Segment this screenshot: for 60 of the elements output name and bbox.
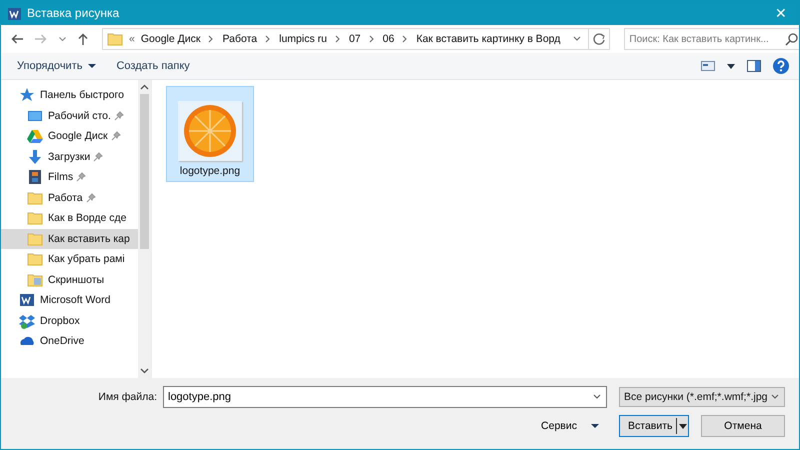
chevron-down-icon	[140, 368, 149, 374]
nav-item[interactable]: Панель быстрого	[1, 85, 138, 105]
film-icon	[27, 169, 43, 185]
filename-field[interactable]: logotype.png	[163, 386, 607, 408]
insert-button[interactable]: Вставить	[619, 415, 689, 437]
back-arrow-icon	[11, 34, 23, 44]
scrollbar[interactable]	[138, 80, 151, 378]
view-icon	[701, 60, 715, 72]
folder-icon	[107, 31, 123, 47]
tools-button[interactable]: Сервис	[535, 419, 605, 433]
search-field[interactable]: Поиск: Как вставить картинк...	[624, 28, 799, 50]
forward-arrow-icon	[35, 34, 47, 44]
nav-item[interactable]: Рабочий сто.	[1, 106, 138, 126]
nav-item[interactable]: Как вставить кар	[1, 228, 138, 248]
folder-icon	[27, 251, 43, 267]
nav-item[interactable]: Работа	[1, 188, 138, 208]
nav-item[interactable]: Скриншоты	[1, 270, 138, 290]
nav-item[interactable]: OneDrive	[1, 331, 138, 351]
cancel-button[interactable]: Отмена	[701, 415, 785, 437]
preview-pane-icon	[747, 60, 761, 72]
up-arrow-icon	[78, 33, 88, 45]
window-title: Вставка рисунка	[27, 6, 120, 20]
open-box-icon	[19, 312, 35, 328]
breadcrumb[interactable]: 06	[382, 33, 394, 45]
chevron-down-icon	[59, 37, 66, 41]
down-arrow-icon	[27, 148, 43, 164]
search-icon	[785, 32, 799, 46]
folder-icon	[27, 210, 43, 226]
organize-button[interactable]: Упорядочить	[11, 58, 102, 74]
breadcrumb[interactable]: Как вставить картинку в Ворд	[416, 33, 560, 45]
breadcrumb[interactable]: lumpics ru	[279, 33, 327, 45]
nav-item[interactable]: Загрузки	[1, 146, 138, 166]
caret-icon	[727, 64, 735, 68]
address-bar[interactable]: « Google Диск Работа lumpics ru 07 06 Как вставить картинку в Ворд	[102, 28, 610, 50]
image-thumbnail	[178, 101, 242, 161]
help-icon	[773, 58, 789, 74]
chevron-up-icon	[140, 84, 149, 90]
document-w-icon	[7, 6, 21, 20]
scroll-thumb[interactable]	[140, 94, 149, 249]
nav-item[interactable]: Films	[1, 167, 138, 187]
breadcrumb[interactable]: Google Диск	[140, 33, 200, 45]
breadcrumb[interactable]: 07	[348, 33, 361, 45]
breadcrumb[interactable]: Работа	[222, 33, 258, 45]
triangle-logo-icon	[27, 128, 43, 144]
caret-icon	[676, 418, 688, 434]
star-icon	[19, 87, 35, 103]
nav-item[interactable]: Microsoft Word	[1, 290, 138, 310]
file-type-dropdown[interactable]: Все рисунки (*.emf;*.wmf;*.jpg	[619, 387, 785, 407]
document-w-icon	[19, 292, 35, 308]
file-tile[interactable]: logotype.png	[166, 86, 254, 182]
nav-item[interactable]: Как в Ворде сде	[1, 208, 138, 228]
overflow-chevron[interactable]: «	[129, 33, 135, 45]
folder-icon	[27, 190, 43, 206]
nav-item[interactable]: Google Диск	[1, 126, 138, 146]
picture-folder-icon	[27, 272, 43, 288]
nav-item[interactable]: Как убрать рамі	[1, 249, 138, 269]
folder-icon	[27, 230, 43, 246]
new-folder-button[interactable]: Создать папку	[110, 58, 196, 74]
filename-label: Имя файла:	[98, 391, 157, 403]
nav-item[interactable]: Dropbox	[1, 310, 138, 330]
